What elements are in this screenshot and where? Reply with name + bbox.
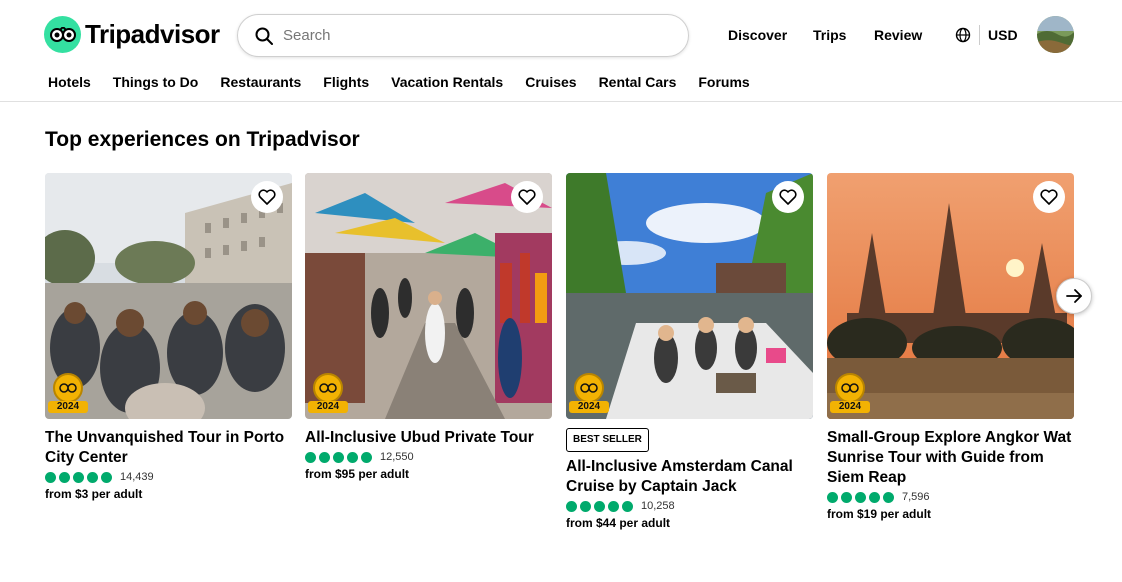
owl-badge-icon	[313, 373, 343, 403]
rating-bubble	[101, 471, 112, 483]
rating-bubble	[566, 500, 577, 512]
rating-bubbles: 12,550	[305, 451, 552, 463]
divider	[979, 25, 980, 45]
experience-card[interactable]: 2024 Small-Group Explore Angkor Wat Sunr…	[827, 173, 1074, 521]
rating-bubble	[827, 491, 838, 503]
heart-icon	[258, 189, 276, 205]
rating-bubble	[841, 491, 852, 503]
rating-bubble	[594, 500, 605, 512]
search-icon	[255, 27, 273, 45]
rating-bubble	[883, 491, 894, 503]
carousel-next-button[interactable]	[1056, 278, 1092, 314]
arrow-right-icon	[1066, 289, 1082, 303]
rating-bubble	[580, 500, 591, 512]
card-price: from $95 per adult	[305, 467, 410, 481]
subnav-things-to-do[interactable]: Things to Do	[113, 74, 199, 90]
site-header: Tripadvisor Discover Trips Review USD Ho…	[0, 0, 1122, 102]
heart-icon	[518, 189, 536, 205]
heart-icon	[779, 189, 797, 205]
best-seller-badge: BEST SELLER	[566, 428, 649, 452]
review-count: 10,258	[641, 500, 675, 512]
rating-bubble	[622, 500, 633, 512]
rating-bubble	[361, 451, 372, 463]
travelers-choice-badge: 2024	[308, 373, 348, 413]
nav-discover[interactable]: Discover	[728, 27, 787, 43]
avatar[interactable]	[1037, 16, 1074, 53]
save-heart-button[interactable]	[251, 181, 283, 213]
rating-bubble	[45, 471, 56, 483]
travelers-choice-badge: 2024	[48, 373, 88, 413]
rating-bubble	[59, 471, 70, 483]
badge-year: 2024	[830, 401, 870, 413]
subnav-rental-cars[interactable]: Rental Cars	[599, 74, 677, 90]
card-image[interactable]: 2024	[305, 173, 552, 419]
owl-badge-icon	[53, 373, 83, 403]
search-bar[interactable]	[237, 14, 689, 57]
travelers-choice-badge: 2024	[830, 373, 870, 413]
card-image[interactable]: 2024	[45, 173, 292, 419]
logo-text: Tripadvisor	[85, 19, 220, 49]
card-price: from $44 per adult	[566, 516, 671, 530]
badge-year: 2024	[308, 401, 348, 413]
save-heart-button[interactable]	[511, 181, 543, 213]
subnav-restaurants[interactable]: Restaurants	[220, 74, 301, 90]
save-heart-button[interactable]	[772, 181, 804, 213]
currency-selector[interactable]: USD	[955, 25, 1018, 45]
owl-badge-icon	[574, 373, 604, 403]
card-title[interactable]: The Unvanquished Tour in Porto City Cent…	[45, 428, 292, 468]
nav-trips[interactable]: Trips	[813, 27, 846, 43]
rating-bubble	[608, 500, 619, 512]
globe-icon	[955, 27, 971, 43]
travelers-choice-badge: 2024	[569, 373, 609, 413]
section-title: Top experiences on Tripadvisor	[45, 128, 360, 151]
owl-logo-icon	[44, 16, 81, 53]
rating-bubble	[305, 451, 316, 463]
card-image[interactable]: 2024	[566, 173, 813, 419]
card-image[interactable]: 2024	[827, 173, 1074, 419]
category-nav: Hotels Things to Do Restaurants Flights …	[48, 74, 750, 90]
card-price: from $19 per adult	[827, 507, 932, 521]
rating-bubbles: 7,596	[827, 491, 1074, 503]
rating-bubble	[73, 471, 84, 483]
card-price: from $3 per adult	[45, 487, 143, 501]
heart-icon	[1040, 189, 1058, 205]
rating-bubble	[855, 491, 866, 503]
rating-bubble	[347, 451, 358, 463]
review-count: 14,439	[120, 471, 154, 483]
badge-year: 2024	[569, 401, 609, 413]
nav-review[interactable]: Review	[874, 27, 922, 43]
card-title[interactable]: All-Inclusive Ubud Private Tour	[305, 428, 552, 448]
currency-label: USD	[988, 27, 1018, 43]
rating-bubble	[869, 491, 880, 503]
subnav-flights[interactable]: Flights	[323, 74, 369, 90]
experience-card[interactable]: 2024 All-Inclusive Ubud Private Tour 12,…	[305, 173, 552, 481]
subnav-forums[interactable]: Forums	[698, 74, 749, 90]
experience-card[interactable]: 2024 BEST SELLER All-Inclusive Amsterdam…	[566, 173, 813, 530]
owl-badge-icon	[835, 373, 865, 403]
card-title[interactable]: Small-Group Explore Angkor Wat Sunrise T…	[827, 428, 1074, 488]
tripadvisor-logo[interactable]: Tripadvisor	[44, 16, 220, 53]
subnav-vacation-rentals[interactable]: Vacation Rentals	[391, 74, 503, 90]
save-heart-button[interactable]	[1033, 181, 1065, 213]
subnav-cruises[interactable]: Cruises	[525, 74, 576, 90]
search-input[interactable]	[283, 27, 663, 44]
review-count: 7,596	[902, 491, 930, 503]
rating-bubble	[333, 451, 344, 463]
rating-bubbles: 10,258	[566, 500, 813, 512]
card-title[interactable]: All-Inclusive Amsterdam Canal Cruise by …	[566, 457, 813, 497]
experience-card[interactable]: 2024 The Unvanquished Tour in Porto City…	[45, 173, 292, 501]
rating-bubble	[87, 471, 98, 483]
review-count: 12,550	[380, 451, 414, 463]
rating-bubble	[319, 451, 330, 463]
subnav-hotels[interactable]: Hotels	[48, 74, 91, 90]
rating-bubbles: 14,439	[45, 471, 292, 483]
badge-year: 2024	[48, 401, 88, 413]
